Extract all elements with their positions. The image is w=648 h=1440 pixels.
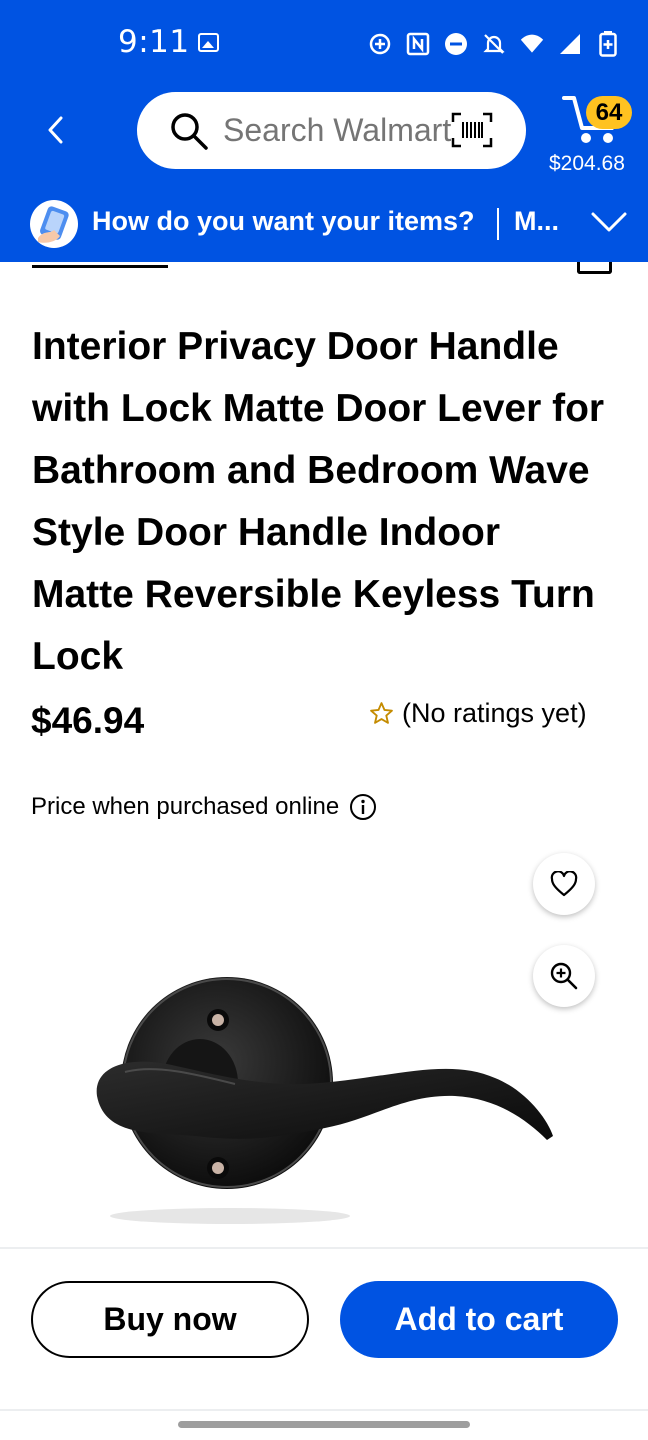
divider [0,1409,648,1411]
chevron-left-icon [48,116,63,144]
status-time: 9:11 [118,24,190,60]
fulfillment-selector[interactable]: How do you want your items? M... [0,196,648,262]
dnd-icon [444,32,468,56]
mute-icon [482,32,506,56]
wifi-icon [520,32,544,56]
data-saver-icon [368,32,392,56]
search-icon [171,113,208,150]
fulfillment-prompt: How do you want your items? [92,206,475,236]
rating-summary[interactable]: (No ratings yet) [369,698,587,729]
bottom-action-bar: Buy now Add to cart [0,1247,648,1410]
chevron-down-icon [591,212,627,232]
signal-icon [558,32,582,56]
price-note: Price when purchased online [31,793,377,821]
status-bar: 9:11 [0,0,648,86]
add-to-cart-button[interactable]: Add to cart [340,1281,618,1358]
heart-icon [550,871,578,897]
price-note-text: Price when purchased online [31,793,340,820]
share-icon-partial[interactable] [577,262,612,274]
status-icons [368,30,620,58]
favorite-button[interactable] [533,853,595,915]
rating-text: (No ratings yet) [402,698,587,728]
battery-icon [596,31,620,57]
buy-now-button[interactable]: Buy now [31,1281,309,1358]
brand-link-partial[interactable] [32,262,168,268]
product-price: $46.94 [31,700,145,741]
search-bar[interactable] [137,92,526,169]
barcode-scanner-icon[interactable] [451,112,493,148]
info-icon[interactable] [349,793,377,821]
home-indicator[interactable] [178,1421,470,1428]
nfc-icon [406,32,430,56]
divider [497,208,499,240]
fulfillment-option: M... [514,206,559,236]
search-input[interactable] [223,110,455,150]
fulfillment-icon [30,200,78,248]
cart-count-badge: 64 [586,96,632,129]
cart-total: $204.68 [549,152,625,175]
product-image[interactable] [85,968,565,1230]
gallery-icon [198,33,219,52]
app-header: 9:11 Search Walmart 64 $204.68 How do yo… [0,0,648,262]
back-button[interactable] [34,106,78,154]
star-outline-icon [370,702,393,724]
product-title: Interior Privacy Door Handle with Lock M… [32,325,605,678]
